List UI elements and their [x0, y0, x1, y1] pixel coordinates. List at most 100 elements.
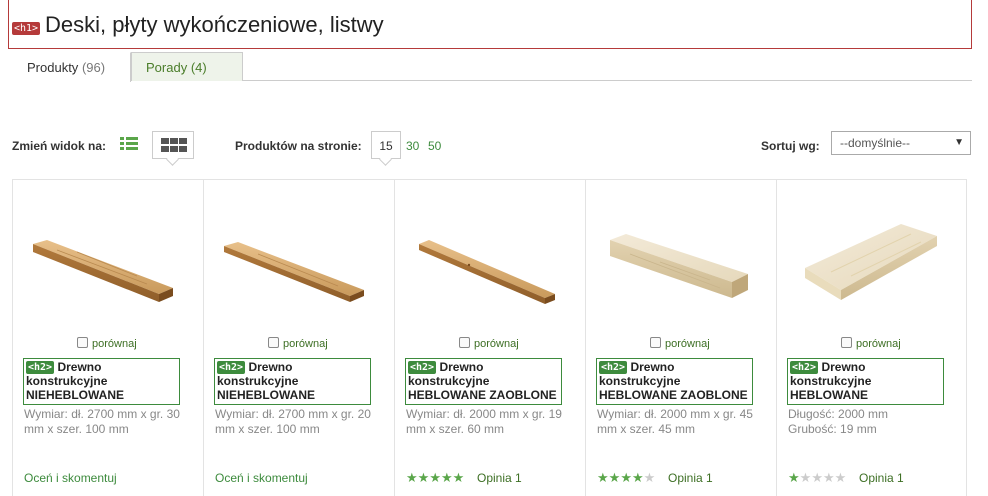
product-title-line: Drewno: [57, 360, 102, 374]
product-title[interactable]: <h2> Drewno konstrukcyjne HEBLOWANE ZAOBLO…: [596, 358, 753, 405]
product-title-line: Drewno: [248, 360, 293, 374]
product-description: Wymiar: dł. 2000 mm x gr. 45 mm x szer. 4…: [597, 407, 757, 437]
description-line: Grubość: 19 mm: [788, 422, 877, 436]
tab-count: (4): [190, 60, 207, 75]
rating-stars: ★★★★★: [597, 470, 655, 486]
product-description: Wymiar: dł. 2700 mm x gr. 30 mm x szer. 1…: [24, 407, 184, 437]
product-image[interactable]: [218, 210, 368, 310]
description-line: Długość: 2000 mm: [788, 407, 889, 421]
star-icon: ★: [452, 470, 465, 485]
dropdown-arrow-icon: ▼: [954, 137, 964, 148]
product-description: Wymiar: dł. 2700 mm x gr. 20 mm x szer. 1…: [215, 407, 375, 437]
star-icon: ★: [631, 470, 644, 485]
product-title-line: Drewno: [630, 360, 675, 374]
tab-count: (96): [81, 60, 106, 75]
product-title-line: konstrukcyjne: [217, 374, 299, 389]
h2-tag-badge: <h2>: [217, 361, 246, 375]
product-title-line: HEBLOWANE ZAOBLONE: [408, 388, 557, 403]
product-title-line: HEBLOWANE ZAOBLONE: [599, 388, 748, 403]
page-title: Deski, płyty wykończeniowe, listwy: [45, 12, 384, 37]
compare-checkbox[interactable]: porównaj: [650, 337, 710, 350]
product-description: Długość: 2000 mm Grubość: 19 mm: [788, 407, 948, 437]
description-line: Wymiar: dł. 2000 mm x gr. 19: [406, 407, 562, 421]
compare-checkbox[interactable]: porównaj: [268, 337, 328, 350]
product-card: porównaj <h2> Drewno konstrukcyjne NIEHEBLO…: [203, 180, 394, 496]
star-icon: ★: [608, 470, 621, 485]
star-icon: ★: [811, 470, 823, 485]
per-page-option-selected[interactable]: 15: [371, 131, 401, 159]
product-image[interactable]: [27, 210, 177, 310]
tab-label: Porady: [146, 60, 188, 75]
tab-porady[interactable]: Porady (4): [131, 52, 243, 81]
product-title[interactable]: <h2> Drewno konstrukcyjne HEBLOWANE: [787, 358, 944, 405]
h2-tag-badge: <h2>: [408, 361, 437, 375]
per-page-option[interactable]: 30: [406, 139, 419, 153]
compare-label: porównaj: [92, 338, 137, 350]
checkbox-icon[interactable]: [650, 337, 661, 348]
product-title-line: konstrukcyjne: [599, 374, 681, 389]
compare-checkbox[interactable]: porównaj: [77, 337, 137, 350]
list-view-icon[interactable]: [120, 137, 138, 153]
tab-label: Produkty: [27, 60, 79, 75]
product-image[interactable]: [600, 210, 750, 310]
product-card: porównaj <h2> Drewno konstrukcyjne HEBLOWAN…: [394, 180, 585, 496]
grid-view-icon[interactable]: [152, 131, 194, 159]
compare-label: porównaj: [665, 338, 710, 350]
opinion-link[interactable]: Opinia 1: [668, 471, 713, 485]
rate-and-comment-link[interactable]: Oceń i skomentuj: [215, 471, 308, 485]
star-icon: ★: [440, 470, 453, 485]
checkbox-icon[interactable]: [77, 337, 88, 348]
star-icon: ★: [799, 470, 812, 485]
product-title[interactable]: <h2> Drewno konstrukcyjne NIEHEBLOWANE: [23, 358, 180, 405]
compare-checkbox[interactable]: porównaj: [841, 337, 901, 350]
star-icon: ★: [643, 470, 656, 485]
rating-stars: ★★★★★: [788, 470, 846, 486]
description-line: mm x szer. 100 mm: [215, 422, 320, 436]
product-image[interactable]: [409, 210, 559, 310]
compare-checkbox[interactable]: porównaj: [459, 337, 519, 350]
per-page-option[interactable]: 50: [428, 139, 441, 153]
description-line: mm x szer. 100 mm: [24, 422, 129, 436]
h2-tag-badge: <h2>: [26, 361, 55, 375]
sort-label: Sortuj wg:: [761, 139, 820, 153]
compare-label: porównaj: [283, 338, 328, 350]
per-page-label: Produktów na stronie:: [235, 139, 362, 153]
star-icon: ★: [834, 470, 847, 485]
compare-label: porównaj: [474, 338, 519, 350]
product-title-line: konstrukcyjne: [26, 374, 108, 389]
product-title-line: konstrukcyjne: [790, 374, 872, 389]
compare-label: porównaj: [856, 338, 901, 350]
page-heading: <h1> Deski, płyty wykończeniowe, listwy: [8, 0, 972, 49]
product-card: porównaj <h2> Drewno konstrukcyjne HEBLOWAN…: [776, 180, 967, 496]
product-title-line: konstrukcyjne: [408, 374, 490, 389]
checkbox-icon[interactable]: [268, 337, 279, 348]
product-description: Wymiar: dł. 2000 mm x gr. 19 mm x szer. 6…: [406, 407, 566, 437]
product-image[interactable]: [791, 210, 941, 310]
product-title[interactable]: <h2> Drewno konstrukcyjne NIEHEBLOWANE: [214, 358, 371, 405]
product-title-line: Drewno: [821, 360, 866, 374]
checkbox-icon[interactable]: [841, 337, 852, 348]
star-icon: ★: [417, 470, 430, 485]
sort-value: --domyślnie--: [840, 136, 911, 150]
h2-tag-badge: <h2>: [790, 361, 819, 375]
opinion-link[interactable]: Opinia 1: [477, 471, 522, 485]
sort-select[interactable]: --domyślnie-- ▼: [831, 131, 971, 155]
view-label: Zmień widok na:: [12, 139, 107, 153]
rate-and-comment-link[interactable]: Oceń i skomentuj: [24, 471, 117, 485]
star-icon: ★: [822, 470, 835, 485]
product-grid: porównaj <h2> Drewno konstrukcyjne NIEHEBLO…: [12, 179, 967, 496]
h1-tag-badge: <h1>: [12, 22, 41, 35]
description-line: mm x szer. 60 mm: [406, 422, 505, 436]
product-title[interactable]: <h2> Drewno konstrukcyjne HEBLOWANE ZAOBLO…: [405, 358, 562, 405]
star-icon: ★: [597, 470, 609, 485]
tab-produkty[interactable]: Produkty (96): [12, 52, 131, 82]
description-line: mm x szer. 45 mm: [597, 422, 696, 436]
opinion-link[interactable]: Opinia 1: [859, 471, 904, 485]
description-line: Wymiar: dł. 2000 mm x gr. 45: [597, 407, 753, 421]
star-icon: ★: [620, 470, 632, 485]
star-icon: ★: [406, 470, 418, 485]
rating-stars: ★★★★★: [406, 470, 464, 486]
star-icon: ★: [429, 470, 441, 485]
product-title-line: Drewno: [439, 360, 484, 374]
checkbox-icon[interactable]: [459, 337, 470, 348]
